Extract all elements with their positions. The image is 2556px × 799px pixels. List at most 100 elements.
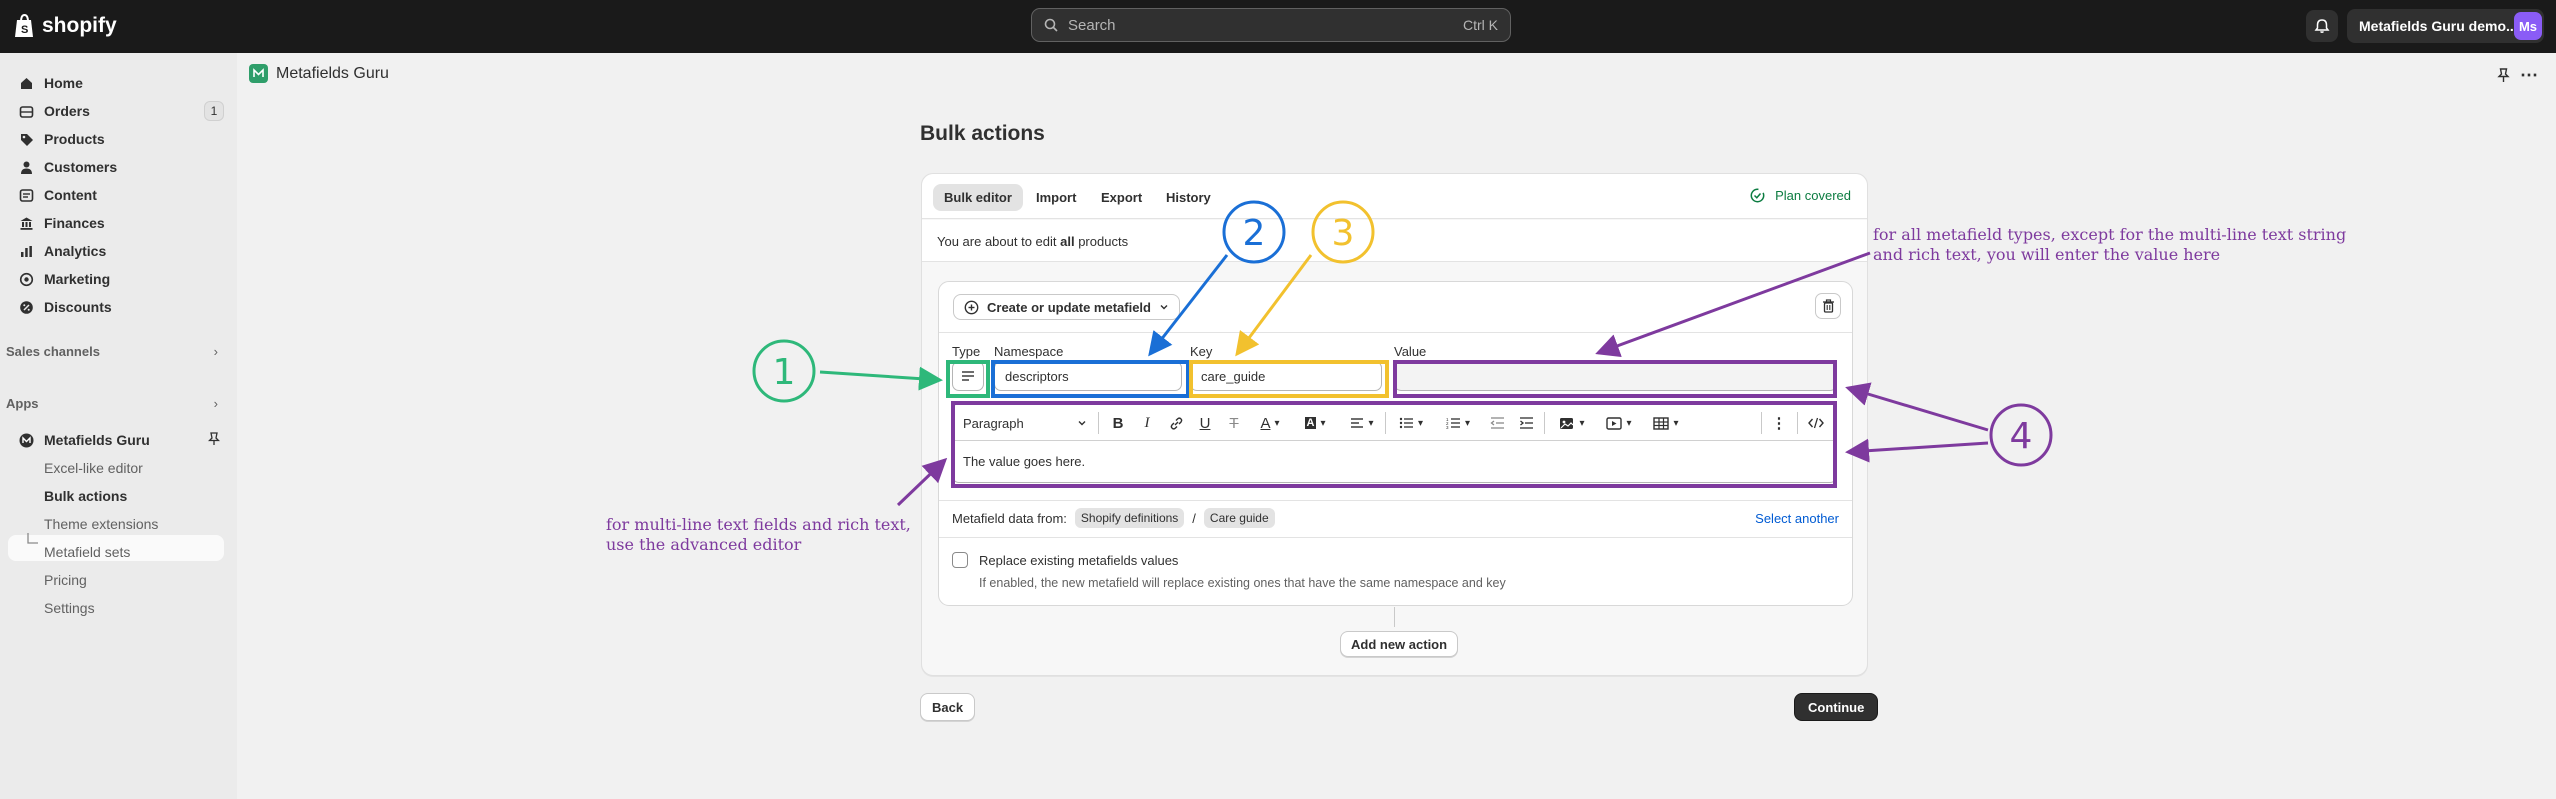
continue-button[interactable]: Continue bbox=[1794, 693, 1879, 721]
sidebar-section-sales-channels[interactable]: Sales channels › bbox=[6, 344, 218, 359]
annotation-number-4: 4 bbox=[2010, 416, 2033, 457]
page-title: Bulk actions bbox=[920, 122, 1045, 145]
tabs-bar: Bulk editor Import Export History Plan c… bbox=[922, 174, 1867, 219]
sidebar-item-discounts[interactable]: Discounts bbox=[10, 294, 224, 320]
editor-content[interactable]: The value goes here. bbox=[963, 454, 1085, 469]
underline-icon[interactable]: U bbox=[1195, 413, 1215, 433]
toolbar-divider bbox=[1385, 412, 1386, 434]
sidebar-item-metafields-guru[interactable]: Metafields Guru bbox=[10, 427, 224, 453]
apps-label: Apps bbox=[6, 396, 39, 411]
sidebar-item-analytics[interactable]: Analytics bbox=[10, 238, 224, 264]
annotation-note-editor: for multi-line text fields and rich text… bbox=[606, 515, 911, 555]
tag-icon bbox=[18, 131, 34, 147]
sidebar-subitem-settings[interactable]: Settings bbox=[44, 600, 95, 616]
text-lines-icon bbox=[962, 371, 974, 381]
sidebar-subitem-metafield-sets[interactable]: Metafield sets bbox=[44, 544, 130, 560]
italic-icon[interactable]: I bbox=[1137, 413, 1157, 433]
type-label: Type bbox=[952, 344, 981, 359]
toolbar-divider bbox=[1761, 412, 1762, 434]
toolbar-divider bbox=[1098, 412, 1099, 434]
code-view-icon[interactable] bbox=[1805, 413, 1827, 433]
bulk-actions-card: Bulk editor Import Export History Plan c… bbox=[921, 173, 1868, 676]
add-new-action-button[interactable]: Add new action bbox=[1340, 631, 1459, 657]
top-bar: S shopify Search Ctrl K Metafields Guru … bbox=[0, 0, 2556, 53]
block-format-select[interactable]: Paragraph bbox=[963, 413, 1087, 433]
chevron-right-icon: › bbox=[213, 344, 218, 359]
back-button[interactable]: Back bbox=[920, 693, 976, 721]
bold-icon[interactable]: B bbox=[1108, 413, 1128, 433]
target-icon bbox=[18, 271, 34, 287]
connector-line bbox=[1394, 607, 1395, 627]
tab-history[interactable]: History bbox=[1155, 184, 1222, 211]
pin-icon[interactable] bbox=[2497, 65, 2510, 89]
sidebar-subitem-theme-extensions[interactable]: Theme extensions bbox=[44, 516, 158, 532]
metafields-guru-app-icon bbox=[18, 432, 34, 448]
shopify-logo[interactable]: S shopify bbox=[14, 13, 117, 39]
create-update-label: Create or update metafield bbox=[987, 299, 1151, 315]
search-shortcut: Ctrl K bbox=[1463, 17, 1498, 33]
edit-scope-suffix: products bbox=[1074, 234, 1129, 249]
select-another-link[interactable]: Select another bbox=[1755, 511, 1839, 526]
sidebar-item-finances[interactable]: Finances bbox=[10, 210, 224, 236]
highlight-color-icon[interactable]: A ▾ bbox=[1298, 413, 1332, 433]
tab-import[interactable]: Import bbox=[1025, 184, 1087, 211]
replace-existing-checkbox[interactable] bbox=[952, 552, 968, 568]
tab-bulk-editor[interactable]: Bulk editor bbox=[933, 184, 1023, 211]
link-icon[interactable] bbox=[1166, 413, 1186, 433]
delete-action-button[interactable] bbox=[1815, 293, 1841, 319]
value-input[interactable] bbox=[1394, 361, 1837, 391]
orders-icon bbox=[18, 103, 34, 119]
care-guide-chip: Care guide bbox=[1203, 508, 1275, 528]
sidebar-item-orders[interactable]: Orders 1 bbox=[10, 98, 224, 124]
search-placeholder: Search bbox=[1068, 16, 1116, 34]
sidebar: Home Orders 1 Products Customers Content… bbox=[0, 53, 237, 799]
chip-separator: / bbox=[1192, 510, 1196, 526]
sidebar-item-marketing[interactable]: Marketing bbox=[10, 266, 224, 292]
toolbar-divider bbox=[1797, 412, 1798, 434]
svg-text:3: 3 bbox=[1446, 425, 1449, 429]
sidebar-item-home[interactable]: Home bbox=[10, 70, 224, 96]
table-icon[interactable]: ▾ bbox=[1647, 413, 1685, 433]
content-icon bbox=[18, 187, 34, 203]
metafield-source-label: Metafield data from: bbox=[952, 510, 1067, 526]
clear-format-icon[interactable]: T bbox=[1224, 413, 1244, 433]
sidebar-subitem-bulk-actions[interactable]: Bulk actions bbox=[44, 488, 127, 504]
rich-text-editor[interactable]: Paragraph B I U T A ▾ A ▾ ▾ ▾ 1 2 3 ▾ ▾ ▾ bbox=[952, 403, 1837, 483]
text-color-icon[interactable]: A ▾ bbox=[1253, 413, 1287, 433]
store-menu-button[interactable]: Metafields Guru demo... Ms bbox=[2347, 9, 2544, 43]
home-icon bbox=[18, 75, 34, 91]
more-tools-icon[interactable]: ⋮ bbox=[1769, 413, 1789, 433]
replace-existing-help: If enabled, the new metafield will repla… bbox=[979, 576, 1506, 590]
key-input[interactable]: care_guide bbox=[1190, 361, 1382, 391]
sidebar-item-content[interactable]: Content bbox=[10, 182, 224, 208]
numbered-list-icon[interactable]: 1 2 3 ▾ bbox=[1440, 413, 1476, 433]
search-input[interactable]: Search Ctrl K bbox=[1031, 8, 1511, 42]
indent-icon[interactable] bbox=[1516, 413, 1536, 433]
tree-connector-icon bbox=[27, 533, 38, 544]
namespace-input[interactable]: descriptors bbox=[994, 361, 1182, 391]
annotation-note-editor-line1: for multi-line text fields and rich text… bbox=[606, 515, 911, 534]
namespace-label: Namespace bbox=[994, 344, 1064, 359]
sidebar-item-products[interactable]: Products bbox=[10, 126, 224, 152]
outdent-icon[interactable] bbox=[1487, 413, 1507, 433]
type-selector[interactable] bbox=[952, 361, 984, 391]
annotation-note-value-line1: for all metafield types, except for the … bbox=[1873, 225, 2347, 244]
discount-icon bbox=[18, 299, 34, 315]
sidebar-item-customers[interactable]: Customers bbox=[10, 154, 224, 180]
sidebar-subitem-excel-editor[interactable]: Excel-like editor bbox=[44, 460, 143, 476]
more-actions-icon[interactable]: ⋯ bbox=[2520, 65, 2538, 86]
bullet-list-icon[interactable]: ▾ bbox=[1393, 413, 1429, 433]
annotation-note-editor-line2: use the advanced editor bbox=[606, 535, 802, 554]
align-icon[interactable]: ▾ bbox=[1345, 413, 1379, 433]
tab-export[interactable]: Export bbox=[1090, 184, 1153, 211]
pin-icon[interactable] bbox=[207, 432, 221, 449]
sidebar-section-apps[interactable]: Apps › bbox=[6, 396, 218, 411]
block-format-label: Paragraph bbox=[963, 415, 1024, 431]
sidebar-item-label: Analytics bbox=[44, 243, 107, 259]
notifications-button[interactable] bbox=[2306, 10, 2338, 42]
annotation-circle-4 bbox=[1989, 403, 2053, 467]
video-icon[interactable]: ▾ bbox=[1601, 413, 1637, 433]
image-icon[interactable]: ▾ bbox=[1552, 413, 1592, 433]
create-update-metafield-button[interactable]: Create or update metafield bbox=[953, 294, 1180, 320]
sidebar-subitem-pricing[interactable]: Pricing bbox=[44, 572, 87, 588]
